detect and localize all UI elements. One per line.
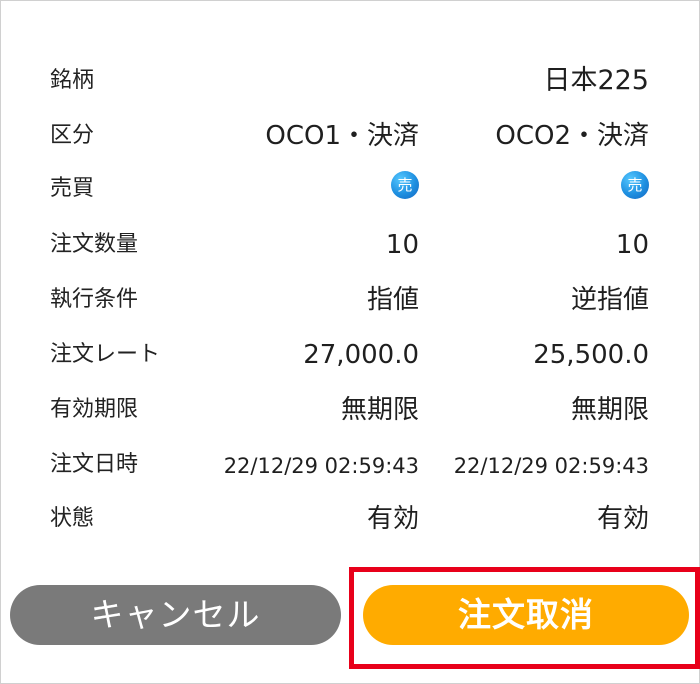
status-oco2: 有効 — [596, 504, 649, 534]
row-category: 区分 OCO1・決済 OCO2・決済 — [1, 116, 699, 156]
status-label: 状態 — [50, 506, 95, 531]
cancel-button[interactable]: キャンセル — [10, 585, 341, 645]
row-expiry: 有効期限 無期限 無期限 — [1, 390, 699, 430]
symbol-label: 銘柄 — [50, 68, 95, 93]
sell-badge-icon: 売 — [621, 171, 649, 199]
datetime-oco2: 22/12/29 02:59:43 — [453, 454, 649, 478]
category-oco1: OCO1・決済 — [265, 121, 419, 151]
datetime-oco1: 22/12/29 02:59:43 — [223, 454, 419, 478]
row-condition: 執行条件 指値 逆指値 — [1, 280, 699, 320]
quantity-label: 注文数量 — [50, 232, 139, 257]
row-side: 売買 売 売 — [1, 169, 699, 209]
rate-oco2: 25,500.0 — [533, 340, 649, 370]
status-oco1: 有効 — [366, 504, 419, 534]
quantity-oco1: 10 — [385, 230, 419, 260]
order-detail-panel: 銘柄 日本225 区分 OCO1・決済 OCO2・決済 売買 売 売 注文数量 … — [0, 0, 700, 684]
category-label: 区分 — [50, 123, 95, 148]
rate-label: 注文レート — [50, 342, 161, 367]
symbol-value: 日本225 — [543, 65, 649, 96]
condition-oco2: 逆指値 — [570, 285, 649, 315]
expiry-oco2: 無期限 — [570, 395, 649, 425]
row-datetime: 注文日時 22/12/29 02:59:43 22/12/29 02:59:43 — [1, 445, 699, 485]
row-rate: 注文レート 27,000.0 25,500.0 — [1, 335, 699, 375]
condition-oco1: 指値 — [366, 285, 419, 315]
cancel-order-button[interactable]: 注文取消 — [363, 585, 689, 645]
expiry-oco1: 無期限 — [340, 395, 419, 425]
condition-label: 執行条件 — [50, 287, 139, 312]
row-quantity: 注文数量 10 10 — [1, 225, 699, 265]
sell-badge-icon: 売 — [391, 171, 419, 199]
quantity-oco2: 10 — [615, 230, 649, 260]
row-symbol: 銘柄 日本225 — [1, 61, 699, 101]
row-status: 状態 有効 有効 — [1, 499, 699, 539]
expiry-label: 有効期限 — [50, 397, 139, 422]
side-label: 売買 — [50, 176, 95, 201]
datetime-label: 注文日時 — [50, 452, 139, 477]
rate-oco1: 27,000.0 — [303, 340, 419, 370]
category-oco2: OCO2・決済 — [495, 121, 649, 151]
